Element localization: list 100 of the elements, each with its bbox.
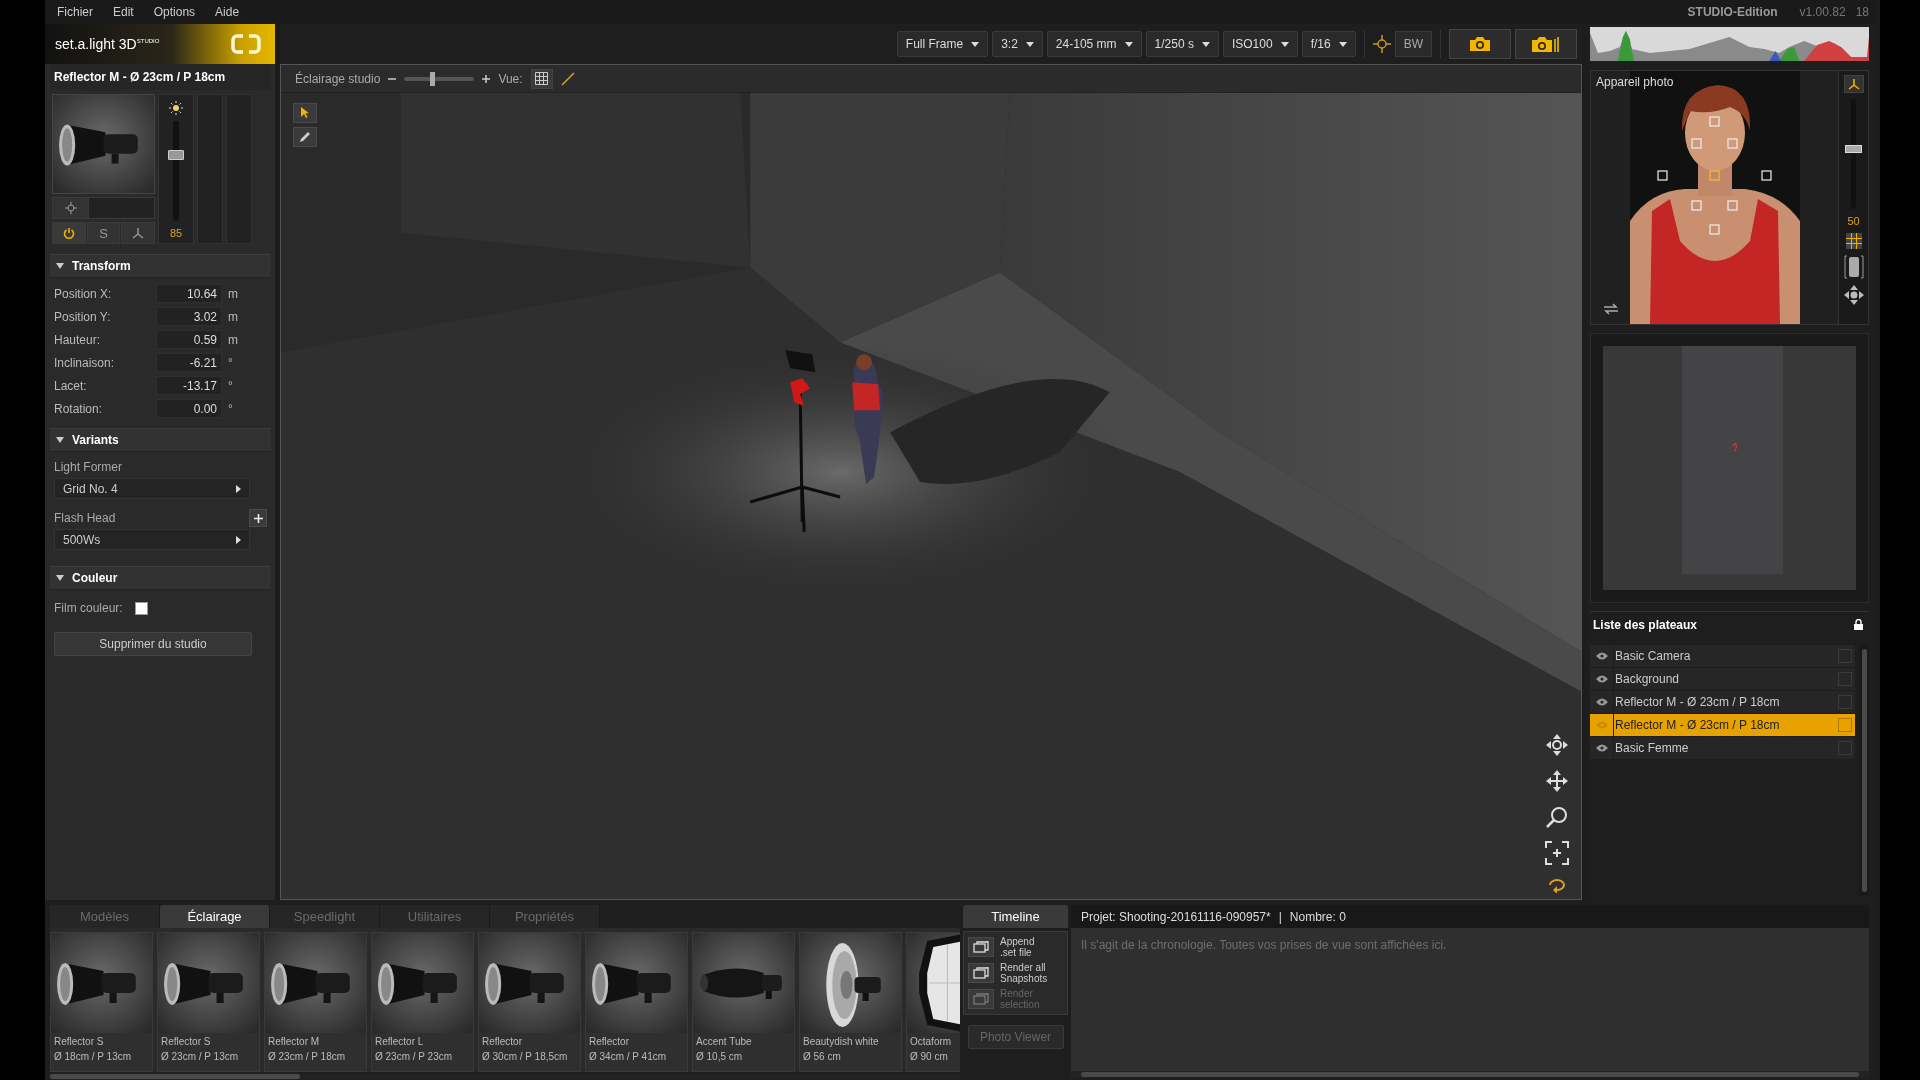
zoom-slider[interactable] [1845,99,1862,209]
camera-setting-dropdown[interactable]: 24-105 mm [1046,31,1142,57]
target-button[interactable] [53,198,89,218]
item-name: Accent Tube [695,1034,753,1048]
eye-icon[interactable] [1595,744,1608,752]
diagonal-line-icon[interactable] [560,71,575,86]
focus-target-icon[interactable] [1372,35,1391,53]
field-label: Position X: [54,286,113,301]
section-header[interactable]: Transform [50,254,271,278]
scrollbar[interactable] [1071,1071,1869,1078]
grid-view-button[interactable] [530,68,553,89]
eye-icon[interactable] [1595,698,1608,706]
item-size: Ø 23cm / P 13cm [160,1049,240,1063]
zoom-slider[interactable] [404,71,475,86]
unit-label: m [227,309,239,324]
scrollbar[interactable] [50,1073,960,1080]
layer-row[interactable]: Basic Femme [1590,737,1855,760]
light-modifier-item[interactable]: Reflector L Ø 23cm / P 23cm [371,931,474,1073]
timeline-action[interactable]: Render all Snapshots [968,962,1063,984]
zoom-in-icon[interactable] [482,74,491,83]
edition-label: STUDIO-Edition [1687,5,1778,19]
light-modifier-item[interactable]: Reflector Ø 34cm / P 41cm [585,931,688,1073]
section-header[interactable]: Couleur [50,566,271,590]
menu-item[interactable]: Fichier [47,5,103,19]
power-slider[interactable] [168,121,184,221]
camera-setting-dropdown[interactable]: ISO100 [1222,31,1298,57]
number-field[interactable]: 0.59 [156,330,222,349]
layer-row[interactable]: Basic Camera [1590,645,1855,668]
field-label: Film couleur: [54,601,123,615]
camera-setting-dropdown[interactable]: f/16 [1301,31,1356,57]
grid-icon[interactable] [1845,233,1862,249]
slider-thumb[interactable] [1845,144,1862,153]
eye-icon[interactable] [1595,675,1608,683]
move-icon[interactable] [1545,733,1569,757]
scrollbar[interactable] [1859,645,1869,896]
lock-icon[interactable] [1854,619,1863,630]
layer-row[interactable]: Reflector M - Ø 23cm / P 18cm [1590,691,1855,714]
move-icon[interactable] [1843,285,1864,305]
item-name: Reflector [481,1034,523,1048]
light-modifier-item[interactable]: Accent Tube Ø 10,5 cm [692,931,795,1073]
camera-setting-dropdown[interactable]: 3:2 [992,31,1043,57]
light-modifier-item[interactable]: Octaform Ø 90 cm [906,931,960,1073]
solo-button[interactable]: S [86,222,121,244]
power-icon [62,227,75,239]
section-header[interactable]: Variants [50,428,271,452]
menu-item[interactable]: Options [143,5,206,19]
light-modifier-item[interactable]: Beautydish white Ø 56 cm [799,931,902,1073]
pencil-tool-button[interactable] [293,127,317,147]
flash-head-dropdown[interactable]: 500Ws [54,529,250,550]
rotate-icon[interactable] [1547,877,1567,893]
caret-icon [1338,41,1347,47]
item-size: Ø 30cm / P 18,5cm [481,1049,569,1063]
number-field[interactable]: -6.21 [156,353,222,372]
menu-item[interactable]: Aide [205,5,250,19]
item-name: Reflector S [53,1034,105,1048]
bw-button[interactable]: BW [1394,31,1432,57]
power-button[interactable] [52,222,86,244]
stand-button[interactable] [1843,75,1864,93]
frame-icon[interactable] [1843,255,1864,279]
light-former-dropdown[interactable]: Grid No. 4 [54,478,250,499]
unit-label: m [227,286,239,301]
camera-setting-dropdown[interactable]: Full Frame [896,31,989,57]
number-field[interactable]: 10.64 [156,284,222,303]
light-modifier-item[interactable]: Reflector M Ø 23cm / P 18cm [264,931,367,1073]
caret-icon [971,41,980,47]
layer-row[interactable]: Background [1590,668,1855,691]
add-button[interactable] [249,509,267,527]
timeline-action[interactable]: Append .set file [968,936,1063,958]
grid-icon [535,72,549,85]
slider-thumb[interactable] [168,149,184,160]
delete-button[interactable]: Supprimer du studio [54,632,252,656]
camera-setting-dropdown[interactable]: 1/250 s [1145,31,1219,57]
studio-flash-drawing[interactable] [748,350,842,534]
number-field[interactable]: 3.02 [156,307,222,326]
number-field[interactable]: -13.17 [156,376,222,395]
light-modifier-item[interactable]: Reflector Ø 30cm / P 18,5cm [478,931,581,1073]
slider-thumb[interactable] [430,71,436,86]
capture-button[interactable] [1449,29,1511,59]
timeline-tab[interactable]: Timeline [963,905,1068,928]
light-modifier-item[interactable]: Reflector S Ø 18cm / P 13cm [50,931,153,1073]
light-modifier-item[interactable]: Reflector S Ø 23cm / P 13cm [157,931,260,1073]
layer-row[interactable]: Reflector M - Ø 23cm / P 18cm [1590,714,1855,737]
item-size: Ø 23cm / P 23cm [374,1049,454,1063]
tool-field[interactable] [52,197,155,219]
burst-capture-button[interactable] [1515,29,1577,59]
eye-icon[interactable] [1595,652,1608,660]
caret-icon [1124,41,1133,47]
pan-icon[interactable] [1545,769,1569,793]
number-field[interactable]: 0.00 [156,399,222,418]
tab[interactable]: Éclairage [160,905,270,928]
menu-item[interactable]: Edit [103,5,144,19]
zoom-value: 50 [1847,215,1860,227]
camera-icon [1469,36,1491,52]
swap-icon[interactable] [1603,302,1619,316]
select-tool-button[interactable] [293,103,317,123]
checkbox[interactable] [1838,718,1852,732]
color-swatch[interactable] [134,601,148,615]
item-name: Reflector L [374,1034,425,1048]
cursor-icon [300,107,310,119]
search-icon[interactable] [1545,805,1569,829]
